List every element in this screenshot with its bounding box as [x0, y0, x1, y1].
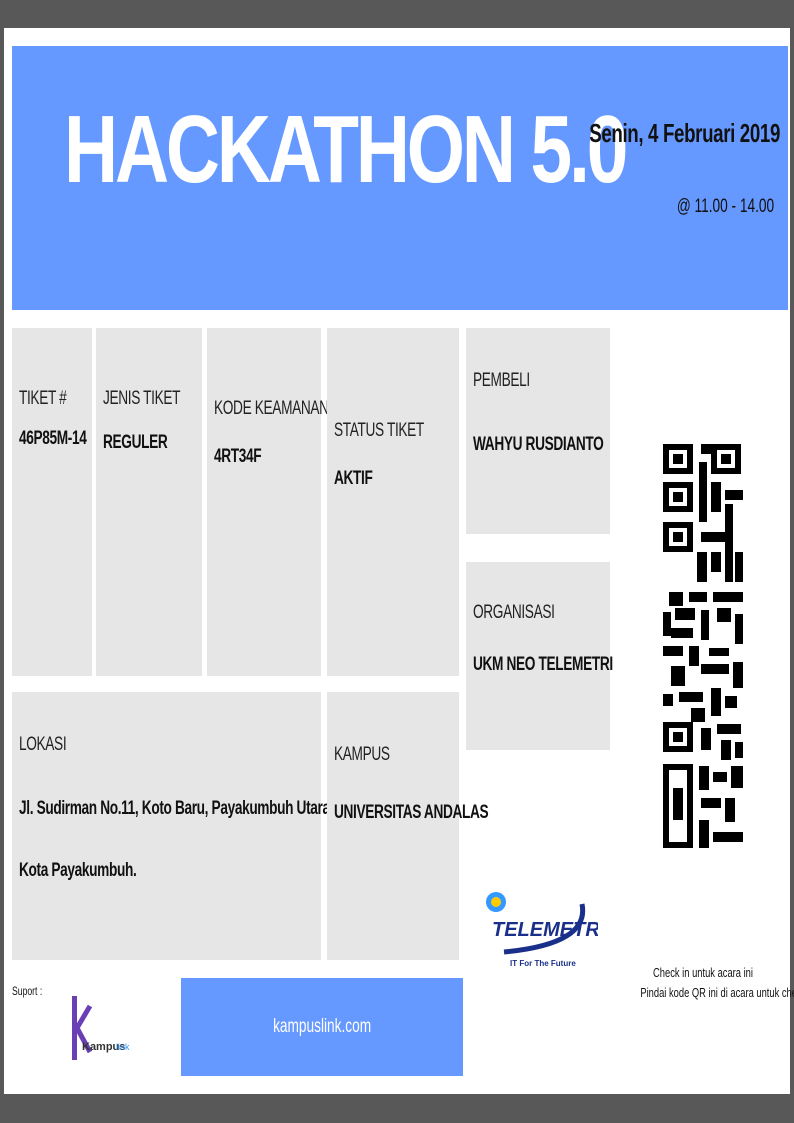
kampuslink-logo: Kampus link [72, 996, 130, 1060]
ticket-status-value: AKTIF [334, 468, 373, 489]
website-label: kampuslink.com [272, 1016, 372, 1037]
ticket-number-value: 46P85M-14 [19, 428, 87, 449]
event-title: HACKATHON 5.0 [64, 96, 628, 203]
ticket-type-value: REGULER [103, 432, 168, 453]
campus-cell: KAMPUS UNIVERSITAS ANDALAS [327, 692, 489, 960]
buyer-label: PEMBELI [473, 370, 530, 391]
event-banner: HACKATHON 5.0 Senin, 4 Februari 2019 @ 1… [12, 46, 788, 310]
buyer-cell: PEMBELI WAHYU RUSDIANTO [466, 328, 610, 534]
ticket-status-label: STATUS TIKET [334, 420, 424, 441]
location-cell: LOKASI Jl. Sudirman No.11, Koto Baru, Pa… [12, 692, 334, 960]
website-button[interactable]: kampuslink.com [181, 978, 463, 1076]
ticket-number-label: TIKET # [19, 388, 67, 409]
security-code-label: KODE KEAMANAN [214, 398, 329, 419]
campus-label: KAMPUS [334, 744, 390, 765]
organization-cell: ORGANISASI UKM NEO TELEMETRI [466, 562, 613, 750]
campus-value: UNIVERSITAS ANDALAS [334, 802, 489, 823]
checkin-line2: Pindai kode QR ini di acara untuk check … [640, 985, 794, 1000]
ticket-type-label: JENIS TIKET [103, 388, 181, 409]
security-code-cell: KODE KEAMANAN 4RT34F [207, 328, 329, 676]
support-label: Suport : [12, 984, 43, 998]
location-line2: Kota Payakumbuh. [19, 860, 137, 881]
location-line1: Jl. Sudirman No.11, Koto Baru, Payakumbu… [19, 798, 334, 819]
qr-code-icon [661, 442, 745, 850]
ticket-number-cell: TIKET # 46P85M-14 [12, 328, 92, 676]
ticket-type-cell: JENIS TIKET REGULER [96, 328, 202, 676]
telemetri-logo: TELEMETRI IT For The Future [486, 892, 598, 968]
ticket-status-cell: STATUS TIKET AKTIF [327, 328, 459, 676]
link-logo-text: link [116, 1042, 130, 1052]
checkin-instructions: Check in untuk acara ini Pindai kode QR … [616, 963, 794, 1003]
buyer-value: WAHYU RUSDIANTO [473, 434, 604, 455]
telemetri-logo-tagline: IT For The Future [510, 959, 576, 968]
telemetri-logo-name: TELEMETRI [492, 919, 598, 941]
checkin-line1: Check in untuk acara ini [653, 965, 753, 980]
ticket-page: HACKATHON 5.0 Senin, 4 Februari 2019 @ 1… [4, 28, 794, 1094]
event-time: @ 11.00 - 14.00 [676, 196, 774, 217]
organization-value: UKM NEO TELEMETRI [473, 654, 613, 675]
organization-label: ORGANISASI [473, 602, 555, 623]
location-label: LOKASI [19, 734, 67, 755]
security-code-value: 4RT34F [214, 446, 262, 467]
event-date: Senin, 4 Februari 2019 [589, 118, 780, 148]
